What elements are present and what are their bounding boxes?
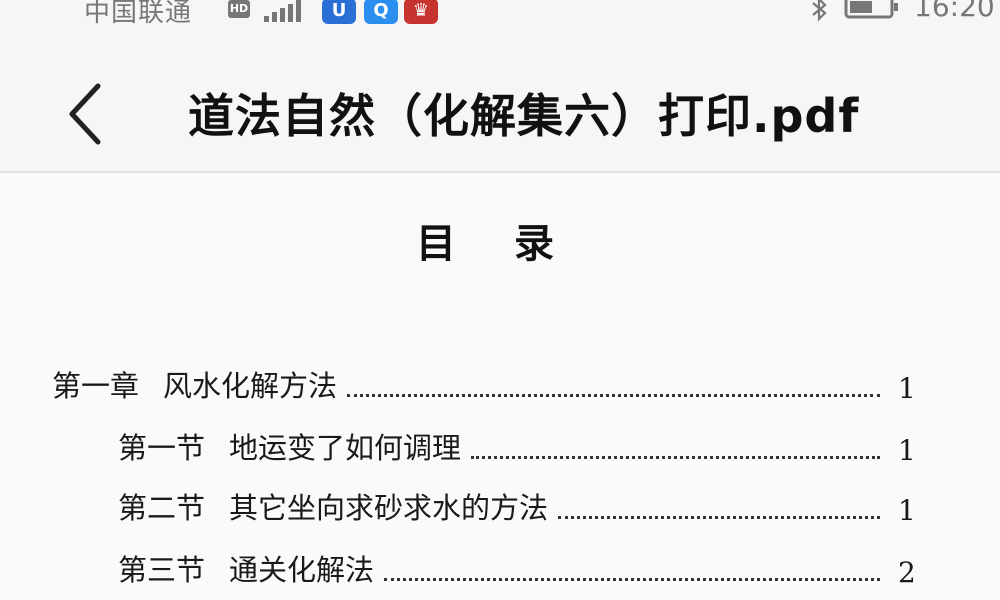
toc-leader [471, 456, 880, 459]
toc-entry-page: 2 [898, 556, 916, 589]
toc-leader [558, 516, 880, 519]
toc-entry-text: 地运变了如何调理 [229, 431, 462, 465]
toc-entry-label: 第三节 [118, 553, 206, 587]
toc-entry-page: 1 [898, 494, 916, 527]
app-header: 道法自然（化解集六）打印.pdf [0, 30, 1000, 170]
hd-badge: HD [228, 0, 250, 18]
toc-leader [347, 394, 880, 397]
back-arrow-icon[interactable] [66, 82, 104, 146]
toc-entry-page: 1 [898, 372, 916, 405]
toc-entry[interactable]: 第一章 风水化解方法 1 [52, 365, 924, 405]
status-bar: 中国联通 HD U Q ♛ 16:20 [0, 0, 1000, 30]
shield-app-icon: ♛ [404, 0, 438, 24]
toc-entry-label: 第二节 [118, 491, 206, 525]
toc-entry-label: 第一节 [118, 431, 206, 465]
toc-entry-page: 1 [898, 434, 916, 467]
app-notification-icon: U [322, 0, 356, 24]
signal-icon [264, 0, 301, 22]
toc-entry[interactable]: 第二节 其它坐向求砂求水的方法 1 [118, 487, 924, 527]
toc-entry-text: 风水化解方法 [163, 369, 338, 403]
toc-entry-label: 第一章 [52, 369, 140, 403]
clock: 16:20 [914, 0, 995, 23]
pdf-page[interactable]: 目录 第一章 风水化解方法 1 第一节 地运变了如何调理 1 第二节 其它坐向求… [0, 173, 1000, 600]
bluetooth-icon [812, 0, 827, 22]
toc-entry-text: 通关化解法 [229, 553, 375, 587]
carrier-name: 中国联通 [84, 0, 193, 28]
battery-icon [844, 0, 898, 19]
search-app-icon: Q [364, 0, 398, 24]
toc-leader [384, 578, 880, 581]
toc-entry-text: 其它坐向求砂求水的方法 [229, 491, 549, 525]
document-title: 道法自然（化解集六）打印.pdf [188, 89, 860, 143]
toc-entry[interactable]: 第三节 通关化解法 2 [118, 549, 924, 589]
toc-entry[interactable]: 第一节 地运变了如何调理 1 [118, 427, 924, 467]
toc-heading: 目录 [416, 220, 612, 267]
